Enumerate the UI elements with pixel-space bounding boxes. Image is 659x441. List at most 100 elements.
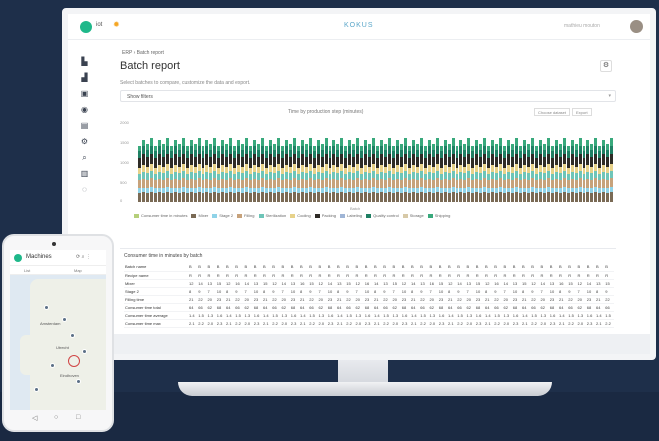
- stacked-bar[interactable]: [352, 122, 356, 202]
- stacked-bar[interactable]: [427, 122, 431, 202]
- stacked-bar[interactable]: [495, 122, 499, 202]
- stacked-bar[interactable]: [519, 122, 522, 202]
- dashboard-icon[interactable]: ▙: [80, 58, 89, 66]
- search-icon[interactable]: ⌕: [80, 154, 89, 162]
- stacked-bar[interactable]: [503, 122, 507, 202]
- stacked-bar[interactable]: [217, 122, 221, 202]
- legend-label[interactable]: Labeling: [347, 213, 362, 218]
- stacked-bar[interactable]: [403, 122, 407, 202]
- export-dropdown[interactable]: Export: [572, 108, 592, 116]
- map-pin-icon[interactable]: [62, 317, 67, 322]
- chart-icon[interactable]: ▤: [80, 122, 89, 130]
- legend-label[interactable]: Sterilization: [266, 213, 287, 218]
- stacked-bar[interactable]: [165, 122, 169, 202]
- report-icon[interactable]: ▣: [80, 90, 89, 98]
- stacked-bar[interactable]: [419, 122, 423, 202]
- stacked-bar[interactable]: [598, 122, 602, 202]
- stacked-bar[interactable]: [348, 122, 352, 202]
- stacked-bar[interactable]: [380, 122, 384, 202]
- legend-label[interactable]: Cooling: [297, 213, 311, 218]
- stacked-bar[interactable]: [415, 122, 419, 202]
- stacked-bar[interactable]: [169, 122, 173, 202]
- stacked-bar[interactable]: [300, 122, 304, 202]
- home-icon[interactable]: ○: [54, 414, 58, 421]
- stacked-bar[interactable]: [439, 122, 443, 202]
- stacked-bar[interactable]: [320, 122, 324, 202]
- stacked-bar[interactable]: [292, 122, 296, 202]
- stacked-bar[interactable]: [586, 122, 590, 202]
- stacked-bar[interactable]: [221, 122, 225, 202]
- stacked-bar[interactable]: [407, 122, 411, 202]
- stacked-bar[interactable]: [356, 122, 360, 202]
- stacked-bar[interactable]: [261, 122, 264, 202]
- stacked-bar[interactable]: [467, 122, 471, 202]
- stacked-bar[interactable]: [308, 122, 312, 202]
- selected-location-icon[interactable]: [68, 355, 80, 367]
- stacked-bar[interactable]: [288, 122, 292, 202]
- stacked-bar[interactable]: [570, 122, 574, 202]
- stacked-bar[interactable]: [268, 122, 272, 202]
- tab-map[interactable]: Map: [74, 268, 82, 273]
- stacked-bar[interactable]: [384, 122, 388, 202]
- stacked-bar[interactable]: [562, 122, 566, 202]
- stacked-bar[interactable]: [372, 122, 376, 202]
- stacked-bar[interactable]: [328, 122, 332, 202]
- stacked-bar[interactable]: [487, 122, 491, 202]
- stacked-bar[interactable]: [173, 122, 177, 202]
- stacked-bar[interactable]: [265, 122, 268, 202]
- app-logo-icon[interactable]: [80, 21, 92, 33]
- stacked-bar[interactable]: [538, 122, 542, 202]
- stacked-bar[interactable]: [332, 122, 336, 202]
- legend-label[interactable]: Packing: [322, 213, 336, 218]
- stacked-bar[interactable]: [340, 122, 344, 202]
- stacked-bar[interactable]: [229, 122, 233, 202]
- legend-label[interactable]: Shipping: [435, 213, 451, 218]
- stacked-bar[interactable]: [578, 122, 582, 202]
- legend-label[interactable]: Mixer: [198, 213, 208, 218]
- stacked-bar[interactable]: [141, 122, 145, 202]
- stacked-bar[interactable]: [471, 122, 475, 202]
- stacked-bar[interactable]: [606, 122, 610, 202]
- stacked-bar[interactable]: [253, 122, 257, 202]
- stacked-bar[interactable]: [233, 122, 237, 202]
- stacked-bar[interactable]: [542, 122, 546, 202]
- stacked-bar[interactable]: [594, 122, 598, 202]
- stacked-bar[interactable]: [161, 122, 165, 202]
- stacked-bar[interactable]: [395, 122, 399, 202]
- document-icon[interactable]: ▥: [80, 170, 89, 178]
- user-name[interactable]: mathieu mouton: [564, 23, 600, 29]
- map-pin-icon[interactable]: [44, 305, 49, 310]
- stacked-bar[interactable]: [479, 122, 483, 202]
- stacked-bar[interactable]: [459, 122, 463, 202]
- breadcrumb[interactable]: ERP › Batch report: [122, 50, 164, 56]
- legend-label[interactable]: Quality control: [373, 213, 399, 218]
- stacked-bar[interactable]: [376, 122, 380, 202]
- avatar[interactable]: [630, 20, 643, 33]
- stacked-bar[interactable]: [193, 122, 197, 202]
- stacked-bar[interactable]: [213, 122, 217, 202]
- stacked-bar[interactable]: [185, 122, 189, 202]
- stacked-bar[interactable]: [610, 122, 614, 202]
- stacked-bar[interactable]: [530, 122, 534, 202]
- stacked-bar[interactable]: [483, 122, 487, 202]
- stacked-bar[interactable]: [507, 122, 511, 202]
- stacked-bar[interactable]: [423, 122, 427, 202]
- legend-label[interactable]: Consumer time in minutes: [141, 213, 187, 218]
- stacked-bar[interactable]: [431, 122, 435, 202]
- location-icon[interactable]: ◉: [80, 106, 89, 114]
- stacked-bar[interactable]: [177, 122, 181, 202]
- help-icon[interactable]: ◌: [80, 186, 89, 194]
- stacked-bar[interactable]: [435, 122, 439, 202]
- stacked-bar[interactable]: [153, 122, 157, 202]
- factory-icon[interactable]: ▟: [80, 74, 89, 82]
- stacked-bar[interactable]: [526, 122, 530, 202]
- stacked-bar[interactable]: [324, 122, 328, 202]
- sun-icon[interactable]: ✹: [113, 21, 120, 29]
- map-pin-icon[interactable]: [34, 387, 39, 392]
- stacked-bar[interactable]: [145, 122, 149, 202]
- stacked-bar[interactable]: [225, 122, 229, 202]
- stacked-bar[interactable]: [388, 122, 391, 202]
- stacked-bar[interactable]: [205, 122, 209, 202]
- stacked-bar[interactable]: [566, 122, 570, 202]
- stacked-bar[interactable]: [245, 122, 249, 202]
